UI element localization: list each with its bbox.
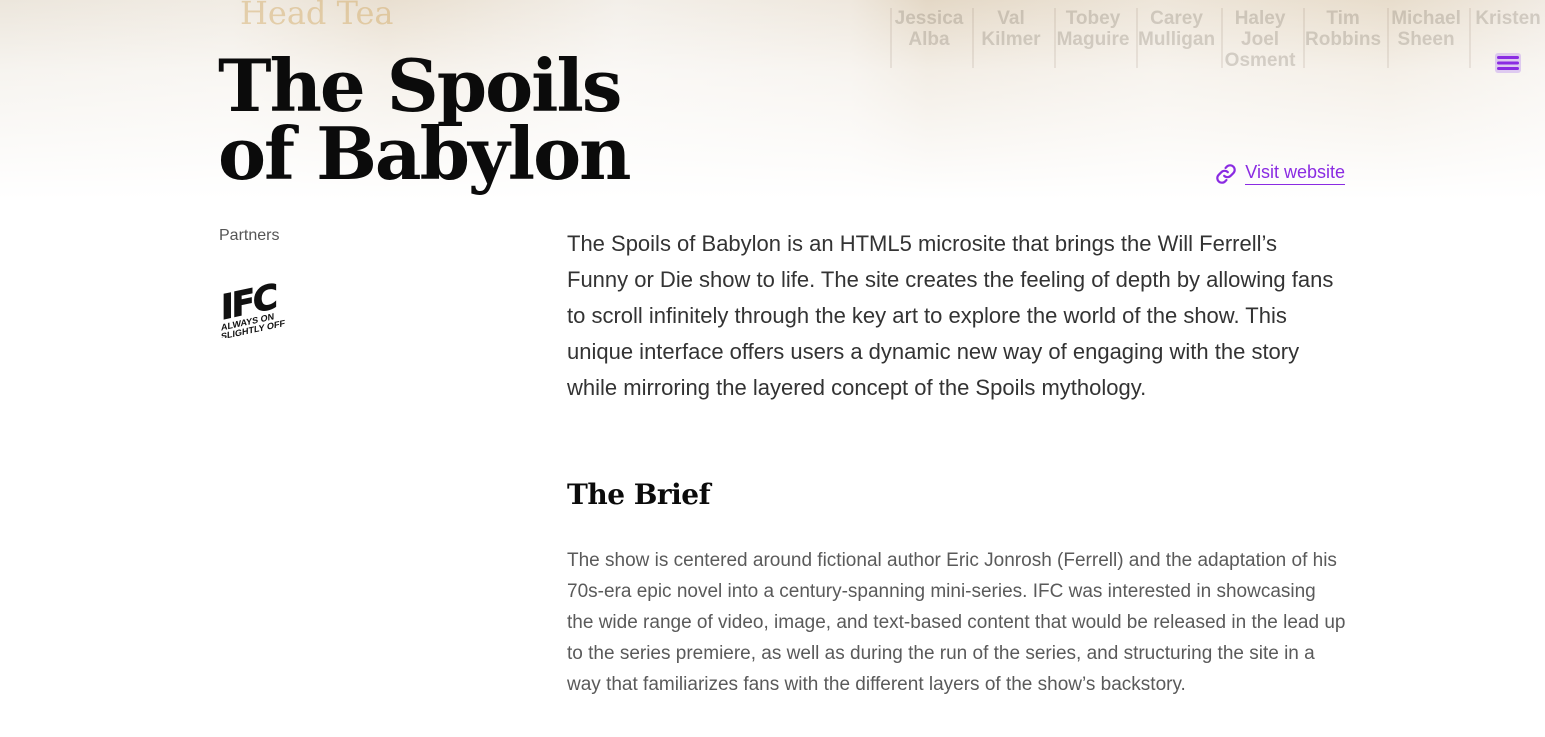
link-icon [1216, 163, 1237, 184]
hero-background-text: Head Tea [240, 0, 394, 32]
cast-name: Haley Joel Osment [1221, 8, 1297, 71]
cast-name: Michael Sheen [1387, 8, 1463, 68]
visit-website-label: Visit website [1245, 162, 1345, 185]
brief-paragraph: The show is centered around fictional au… [567, 550, 1346, 695]
partners-label: Partners [219, 227, 280, 244]
hero-cast-strip: Jessica Alba Val Kilmer Tobey Maguire Ca… [890, 8, 1545, 71]
cast-name: Tim Robbins [1303, 8, 1381, 68]
cast-name: Carey Mulligan [1136, 8, 1215, 68]
menu-button[interactable] [1494, 52, 1522, 74]
intro-paragraph: The Spoils of Babylon is an HTML5 micros… [567, 231, 1334, 400]
visit-website-link[interactable]: Visit website [1215, 162, 1345, 185]
page-title: The Spoils of Babylon [218, 43, 631, 196]
cast-name: Jessica Alba [890, 8, 966, 68]
hamburger-menu-icon [1495, 53, 1521, 73]
brief-heading: The Brief [567, 478, 711, 511]
cast-name: Tobey Maguire [1054, 8, 1130, 68]
cast-name: Val Kilmer [972, 8, 1048, 68]
ifc-logo: IFC ALWAYS ON SLIGHTLY OFF [219, 274, 289, 342]
